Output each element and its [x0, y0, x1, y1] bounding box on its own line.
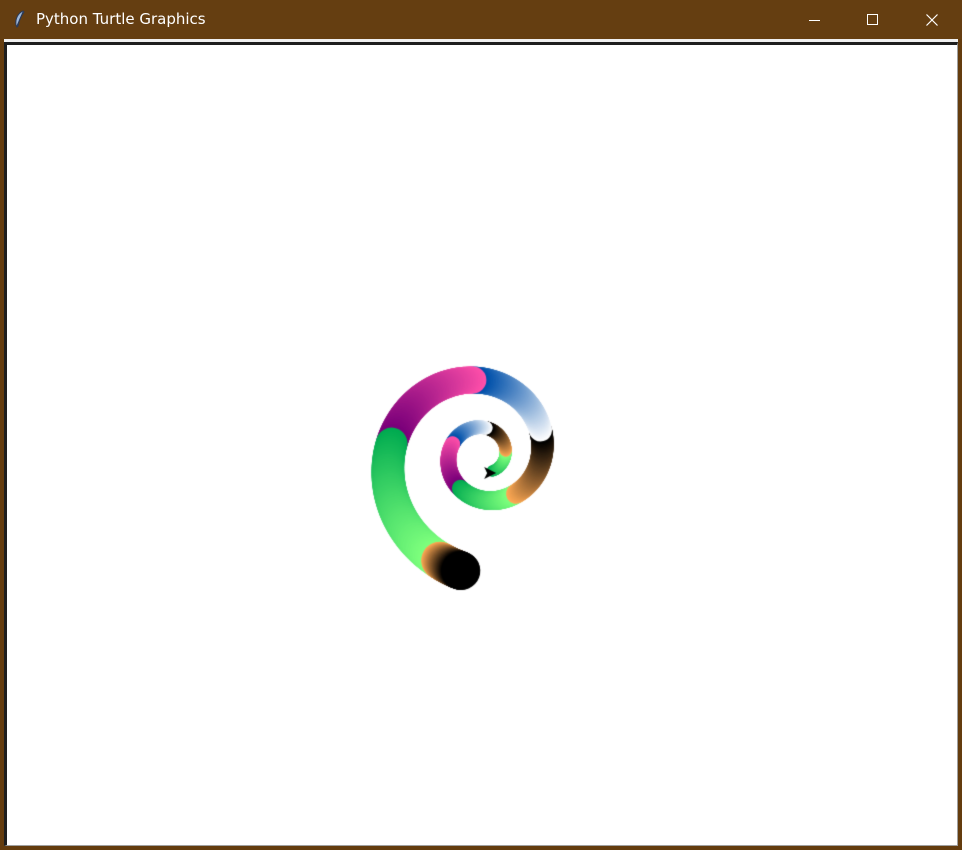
feather-icon — [15, 10, 25, 28]
close-button[interactable] — [902, 0, 962, 39]
minimize-icon — [809, 19, 820, 21]
window-title: Python Turtle Graphics — [36, 10, 206, 28]
turtle-drawing-canvas[interactable] — [7, 45, 957, 845]
maximize-icon — [867, 13, 878, 25]
maximize-button[interactable] — [844, 0, 902, 39]
client-area — [4, 39, 958, 846]
turtle-canvas-frame — [4, 42, 958, 846]
close-icon — [926, 13, 938, 26]
title-bar[interactable]: Python Turtle Graphics — [0, 0, 962, 39]
turtle-window: Python Turtle Graphics — [0, 0, 962, 850]
minimize-button[interactable] — [786, 0, 844, 39]
